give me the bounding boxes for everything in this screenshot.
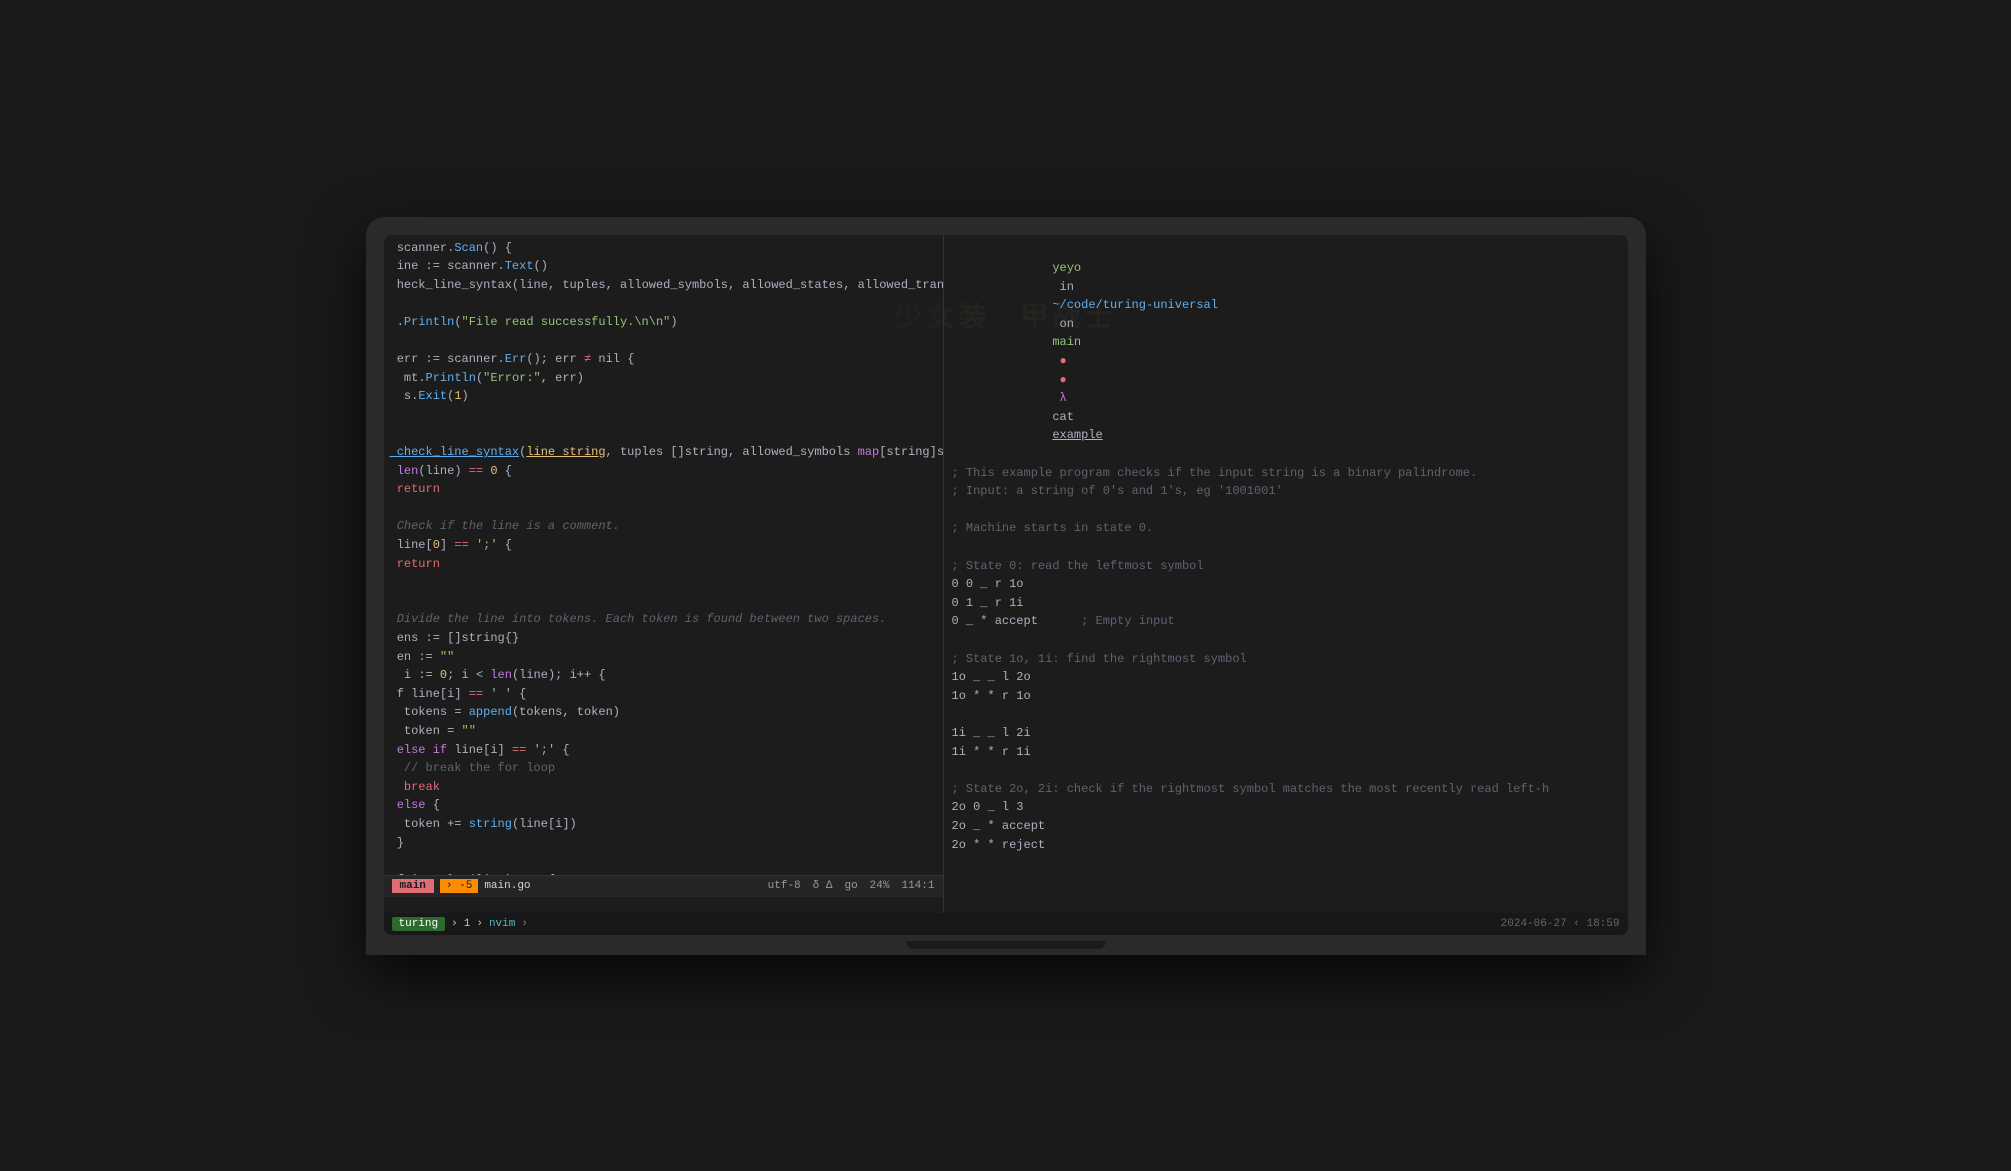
status-lang: go — [844, 880, 857, 892]
code-line: token = "" — [384, 722, 943, 741]
code-line: return — [384, 555, 943, 574]
code-line — [384, 424, 943, 443]
term-comment1: ; This example program checks if the inp… — [952, 464, 1620, 483]
code-line — [384, 294, 943, 313]
screen: 少女装 甲战士 scanner.Scan() { ine := scanner.… — [384, 235, 1628, 935]
editor-pane[interactable]: scanner.Scan() { ine := scanner.Text() h… — [384, 235, 944, 913]
terminal-prompt: yeyo in ~/code/turing-universal on main … — [952, 241, 1620, 464]
code-line: else if line[i] == ';' { — [384, 741, 943, 760]
time: 18:59 — [1586, 918, 1619, 930]
code-line: Check if the line is a comment. — [384, 517, 943, 536]
status-percent: 24% — [870, 880, 890, 892]
laptop-base — [384, 935, 1628, 955]
code-line — [384, 499, 943, 518]
main-content: scanner.Scan() { ine := scanner.Text() h… — [384, 235, 1628, 913]
term-num: › — [451, 918, 458, 930]
code-area: scanner.Scan() { ine := scanner.Text() h… — [384, 235, 943, 875]
term-comment2: ; Input: a string of 0's and 1's, eg '10… — [952, 482, 1620, 501]
code-line — [384, 406, 943, 425]
status-left: main › -5 main.go — [392, 879, 531, 893]
code-line: // break the for loop — [384, 759, 943, 778]
screen-bezel: 少女装 甲战士 scanner.Scan() { ine := scanner.… — [384, 235, 1628, 935]
status-file: main.go — [484, 880, 530, 892]
term-state-comment: ; Machine starts in state 0. — [952, 519, 1620, 538]
bottom-left: turing › 1 › nvim › — [392, 917, 528, 931]
term-user: yeyo — [1052, 261, 1081, 275]
term-num-val: 1 — [464, 918, 471, 930]
status-encoding: utf-8 — [768, 880, 801, 892]
code-line — [384, 573, 943, 592]
term-arrow2: › — [476, 918, 483, 930]
terminal-area: yeyo in ~/code/turing-universal on main … — [944, 235, 1628, 875]
laptop-outer: 少女装 甲战士 scanner.Scan() { ine := scanner.… — [366, 217, 1646, 955]
code-line: ens := []string{} — [384, 629, 943, 648]
nvim-label: nvim — [489, 918, 515, 930]
editor-status-bar: main › -5 main.go utf-8 δ ∆ go 24% — [384, 875, 943, 897]
code-line: } — [384, 834, 943, 853]
code-line: en := "" — [384, 648, 943, 667]
code-line: .Println("File read successfully.\n\n") — [384, 313, 943, 332]
code-line: check_line_syntax(line string, tuples []… — [384, 443, 943, 462]
term-branch: main — [1052, 335, 1081, 349]
status-position: 114:1 — [901, 880, 934, 892]
code-line: token += string(line[i]) — [384, 815, 943, 834]
term-cmd-arg: example — [1052, 428, 1102, 442]
terminal-pane[interactable]: yeyo in ~/code/turing-universal on main … — [944, 235, 1628, 913]
code-line: line[0] == ';' { — [384, 536, 943, 555]
laptop-notch — [906, 941, 1106, 949]
code-line: i := 0; i < len(line); i++ { — [384, 666, 943, 685]
code-line: scanner.Scan() { — [384, 239, 943, 258]
code-line: len(line) == 0 { — [384, 462, 943, 481]
code-line: f line[i] == ' ' { — [384, 685, 943, 704]
status-right: utf-8 δ ∆ go 24% 114:1 — [768, 880, 935, 892]
code-line: else { — [384, 796, 943, 815]
status-delta: δ ∆ — [813, 880, 833, 892]
code-line — [384, 331, 943, 350]
bottom-right: 2024-06-27 ‹ 18:59 — [1501, 918, 1620, 930]
timestamp: 2024-06-27 — [1501, 918, 1567, 930]
code-line: ine := scanner.Text() — [384, 257, 943, 276]
term-cursor-indicator: › — [521, 918, 528, 930]
term-dir: ~/code/turing-universal — [1052, 298, 1218, 312]
bottom-bar: turing › 1 › nvim › 2024-06-27 ‹ 18:59 — [384, 913, 1628, 935]
code-line — [384, 852, 943, 871]
code-line — [384, 592, 943, 611]
code-line: err := scanner.Err(); err ≠ nil { — [384, 350, 943, 369]
code-line: heck_line_syntax(line, tuples, allowed_s… — [384, 276, 943, 295]
code-line: Divide the line into tokens. Each token … — [384, 610, 943, 629]
status-mode: main — [392, 879, 434, 893]
shell-label: turing — [392, 917, 446, 931]
code-line: break — [384, 778, 943, 797]
code-line: mt.Println("Error:", err) — [384, 369, 943, 388]
code-line: s.Exit(1) — [384, 387, 943, 406]
code-line: return — [384, 480, 943, 499]
code-line: tokens = append(tokens, token) — [384, 703, 943, 722]
status-branch: › -5 — [440, 879, 478, 893]
